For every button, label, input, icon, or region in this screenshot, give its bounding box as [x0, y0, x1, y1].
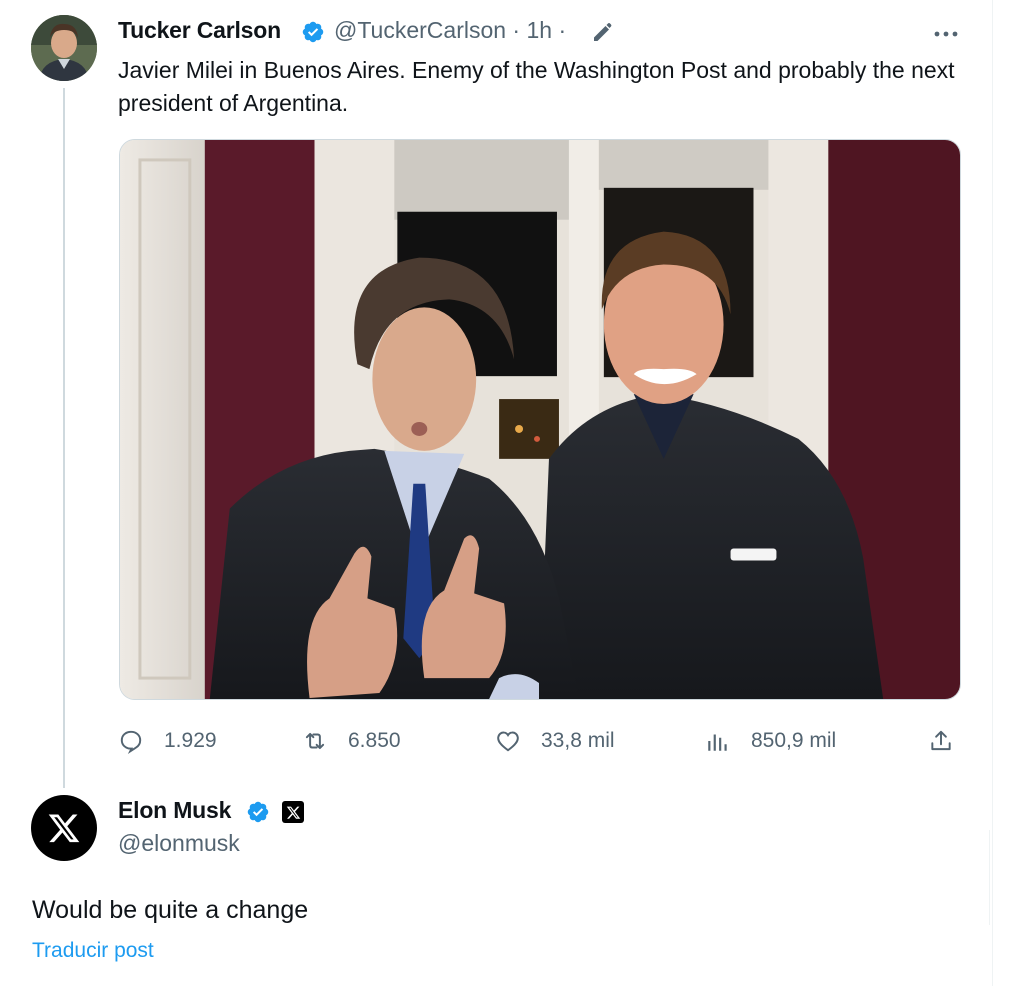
affiliate-badge-icon [282, 801, 304, 823]
share-button[interactable] [928, 726, 954, 756]
author-handle[interactable]: @elonmusk [118, 830, 240, 857]
avatar[interactable] [31, 15, 97, 81]
avatar[interactable] [31, 795, 97, 861]
thread-line [63, 88, 65, 788]
reply-button[interactable]: 1.929 [118, 726, 217, 756]
pencil-icon[interactable] [590, 20, 614, 44]
views-button[interactable]: 850,9 mil [705, 726, 836, 756]
more-icon[interactable] [930, 24, 962, 44]
divider [992, 0, 993, 986]
tweet-thread: Tucker Carlson @TuckerCarlson · 1h · Jav… [0, 0, 1023, 986]
tweet-text: Javier Milei in Buenos Aires. Enemy of t… [118, 57, 955, 116]
reply-count: 1.929 [164, 729, 217, 752]
repost-count: 6.850 [348, 729, 401, 752]
views-icon [708, 734, 727, 751]
verified-badge-icon [302, 21, 324, 43]
verified-badge-icon [247, 801, 269, 823]
share-icon [931, 730, 951, 751]
repost-icon [305, 732, 325, 750]
author-name[interactable]: Elon Musk [118, 797, 231, 824]
author-name[interactable]: Tucker Carlson [118, 17, 281, 44]
reply-text: Would be quite a change [32, 896, 309, 924]
x-logo-icon [48, 814, 80, 843]
reply-icon [120, 730, 142, 754]
tweet-photo[interactable] [119, 139, 961, 700]
like-button[interactable]: 33,8 mil [495, 726, 615, 756]
translate-link[interactable]: Traducir post [32, 939, 154, 963]
repost-button[interactable]: 6.850 [302, 726, 401, 756]
heart-icon [497, 731, 519, 752]
view-count: 850,9 mil [751, 729, 837, 752]
like-count: 33,8 mil [541, 729, 615, 752]
tweet-meta[interactable]: @TuckerCarlson · 1h · [334, 17, 566, 44]
divider [989, 830, 990, 925]
